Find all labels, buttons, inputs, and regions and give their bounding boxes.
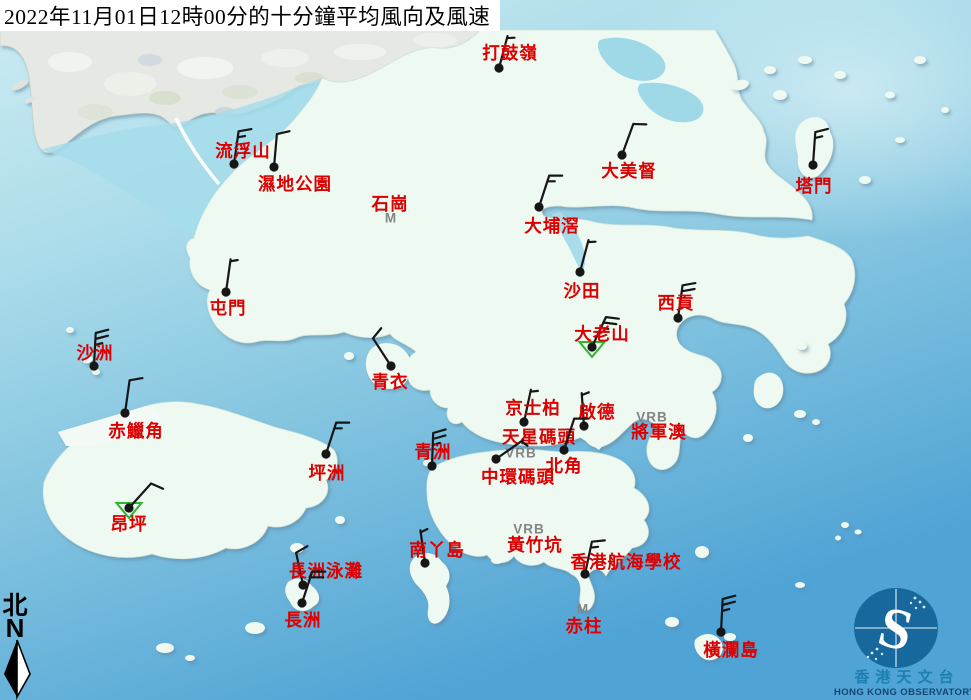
station-dot — [491, 454, 500, 463]
station-dot — [321, 449, 330, 458]
station-label: 長洲 — [285, 610, 322, 630]
variable-wind-marker: VRB — [505, 446, 537, 461]
station-label: 中環碼頭 — [481, 467, 555, 487]
station-label: 坪洲 — [309, 463, 346, 483]
station-label: 石崗 — [371, 194, 409, 214]
station-label: 青衣 — [372, 372, 409, 392]
hong-kong-wind-map: 打鼓嶺流浮山濕地公園 M 石崗 大美督塔門大埔滘沙田屯門 西貢沙洲 大老山青衣赤鱲角 京士柏… — [0, 0, 971, 700]
hko-logo-chinese: 香港天文台 — [854, 668, 959, 686]
station-label: 將軍澳 — [631, 422, 687, 442]
station-label: 塔門 — [796, 176, 833, 196]
map-title: 2022年11月01日12時00分的十分鐘平均風向及風速 — [0, 0, 500, 31]
station-label: 沙洲 — [77, 343, 114, 363]
station-dot — [579, 421, 588, 430]
station-dot — [427, 461, 436, 470]
station-label: 流浮山 — [215, 141, 271, 161]
station-label: 沙田 — [564, 281, 601, 301]
hko-logo-english: HONG KONG OBSERVATORY — [834, 687, 971, 698]
station-label: 香港航海學校 — [571, 552, 682, 572]
station-label: 大老山 — [574, 324, 630, 344]
station-label: 大美督 — [601, 161, 657, 181]
missing-data-marker: M — [577, 602, 589, 617]
station-label: 赤鱲角 — [108, 421, 164, 441]
station-dot — [559, 445, 568, 454]
station-label: 大埔滘 — [524, 216, 580, 236]
station-dot — [519, 417, 528, 426]
station-dot — [120, 408, 129, 417]
station-label: 赤柱 — [566, 616, 603, 636]
station-label: 黃竹坑 — [506, 535, 563, 555]
station-dot — [386, 361, 395, 370]
station-dot — [221, 287, 230, 296]
station-dot — [124, 503, 133, 512]
station-dot — [269, 162, 278, 171]
station-dot — [716, 627, 725, 636]
station-label: 青洲 — [415, 442, 452, 462]
station-label: 橫瀾島 — [703, 640, 759, 660]
station-label: 濕地公園 — [258, 174, 332, 194]
station-dot — [808, 160, 817, 169]
wind-map-screen: 打鼓嶺流浮山濕地公園 M 石崗 大美督塔門大埔滘沙田屯門 西貢沙洲 大老山青衣赤鱲角 京士柏… — [0, 0, 971, 700]
station-dot — [575, 267, 584, 276]
station-label: 北角 — [546, 456, 583, 476]
station-dot — [494, 63, 503, 72]
station-label: 昂坪 — [111, 514, 148, 534]
compass-north-letter: N — [6, 613, 25, 643]
station-label: 打鼓嶺 — [482, 43, 538, 63]
station-dot — [534, 202, 543, 211]
station-label: 西貢 — [658, 293, 695, 313]
station-label: 屯門 — [210, 298, 247, 318]
station-label: 京士柏 — [505, 398, 561, 418]
station-label: 南丫島 — [409, 540, 465, 560]
station-dot — [617, 150, 626, 159]
station-dot — [297, 598, 306, 607]
station-dot — [673, 313, 682, 322]
